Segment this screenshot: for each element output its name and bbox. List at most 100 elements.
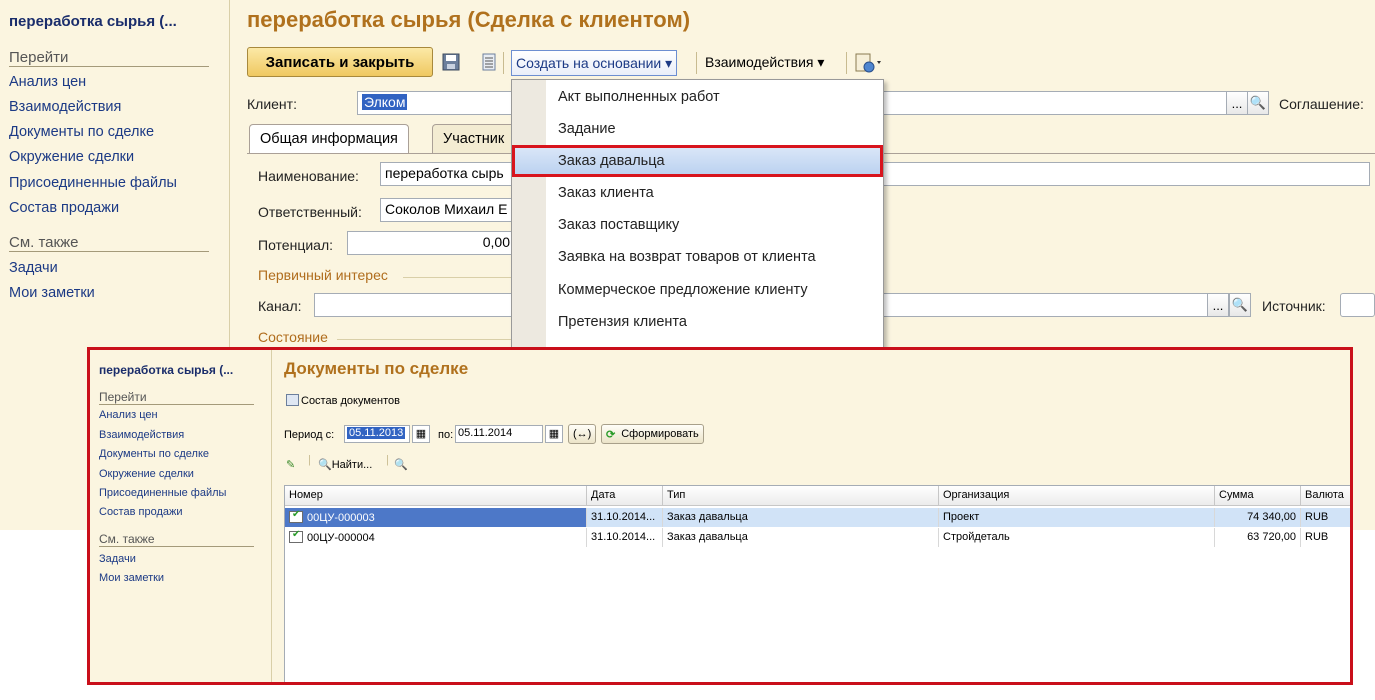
table-row[interactable]: 00ЦУ-000003 31.10.2014... Заказ давальца…: [285, 508, 1350, 527]
nav-link-sale-composition[interactable]: Состав продажи: [9, 200, 119, 216]
generate-button[interactable]: ⟳ Сформировать: [601, 424, 704, 444]
nav-panel: переработка сырья (... Перейти Анализ це…: [90, 350, 272, 682]
client-select-button[interactable]: ...: [1226, 91, 1248, 115]
group-divider: [337, 339, 513, 340]
channel-label: Канал:: [258, 298, 302, 314]
period-to-field[interactable]: 05.11.2014: [455, 425, 543, 443]
period-select-button[interactable]: (↔): [568, 424, 597, 444]
period-from-field[interactable]: 05.11.2013: [344, 425, 410, 443]
nav-see-also-heading: См. также: [9, 234, 209, 252]
column-header-number[interactable]: Номер: [285, 486, 587, 506]
period-from-value: 05.11.2013: [347, 427, 406, 439]
column-header-date[interactable]: Дата: [587, 486, 663, 506]
find-button[interactable]: 🔍Найти...: [318, 458, 372, 471]
menu-item-client-order[interactable]: Заказ клиента: [558, 185, 654, 201]
source-field[interactable]: [1340, 293, 1375, 317]
docs-composition-button[interactable]: Состав документов: [286, 394, 400, 407]
nav-panel-title: переработка сырья (...: [9, 13, 177, 30]
interactions-button[interactable]: Взаимодействия ▾: [705, 54, 824, 71]
calendar-icon[interactable]: ▦: [545, 425, 563, 443]
page-title: переработка сырья (Сделка с клиентом): [247, 7, 691, 32]
channel-select-button[interactable]: ...: [1207, 293, 1229, 317]
menu-item-customer-supplied-order[interactable]: Заказ давальца: [558, 153, 665, 169]
nav-panel-title: переработка сырья (...: [99, 363, 234, 377]
toolbar-separator: [846, 52, 847, 74]
menu-item-return-request[interactable]: Заявка на возврат товаров от клиента: [558, 249, 816, 265]
client-search-icon[interactable]: 🔍: [1247, 91, 1269, 115]
responsible-label: Ответственный:: [258, 204, 362, 220]
nav-link-deal-environment[interactable]: Окружение сделки: [99, 468, 194, 480]
nav-link-notes[interactable]: Мои заметки: [9, 285, 95, 301]
menu-item-act[interactable]: Акт выполненных работ: [558, 89, 720, 105]
cell-sum: 74 340,00: [1215, 508, 1301, 527]
save-icon[interactable]: [441, 52, 461, 72]
documents-panel: Документы по сделке Состав документов Пе…: [272, 350, 1350, 682]
cell-org: Проект: [939, 508, 1215, 527]
source-label: Источник:: [1262, 298, 1326, 314]
nav-goto-heading: Перейти: [99, 390, 254, 405]
composition-icon: [286, 394, 299, 406]
generate-label: Сформировать: [621, 428, 699, 440]
toolbar-separator: |: [386, 454, 389, 466]
cell-org: Стройдеталь: [939, 528, 1215, 547]
find-label: Найти...: [331, 459, 373, 471]
nav-goto-heading: Перейти: [9, 49, 209, 67]
potential-label: Потенциал:: [258, 237, 333, 253]
menu-item-commercial-offer[interactable]: Коммерческое предложение клиенту: [558, 282, 808, 298]
list-icon[interactable]: [479, 52, 499, 72]
document-icon: [289, 529, 303, 543]
calendar-icon[interactable]: ▦: [412, 425, 430, 443]
nav-link-tasks[interactable]: Задачи: [9, 260, 58, 276]
nav-link-interactions[interactable]: Взаимодействия: [99, 429, 184, 441]
menu-gutter: [512, 80, 546, 350]
nav-link-deal-documents[interactable]: Документы по сделке: [99, 448, 209, 460]
nav-link-price-analysis[interactable]: Анализ цен: [9, 74, 86, 90]
cell-number: 00ЦУ-000003: [285, 508, 587, 527]
cell-type: Заказ давальца: [663, 508, 939, 527]
cell-date: 31.10.2014...: [587, 528, 663, 547]
menu-item-task[interactable]: Задание: [558, 121, 616, 137]
column-header-type[interactable]: Тип: [663, 486, 939, 506]
docs-composition-label: Состав документов: [301, 395, 400, 407]
toolbar-separator: [503, 52, 504, 74]
period-from-label: Период с:: [284, 429, 335, 441]
column-header-sum[interactable]: Сумма: [1215, 486, 1301, 506]
cell-number-text: 00ЦУ-000003: [307, 512, 375, 524]
column-header-currency[interactable]: Валюта: [1301, 486, 1350, 506]
cancel-search-icon[interactable]: 🔍: [394, 458, 408, 471]
cell-sum: 63 720,00: [1215, 528, 1301, 547]
save-and-close-button[interactable]: Записать и закрыть: [247, 47, 433, 77]
nav-link-deal-documents[interactable]: Документы по сделке: [9, 124, 154, 140]
table-row[interactable]: 00ЦУ-000004 31.10.2014... Заказ давальца…: [285, 528, 1350, 547]
agreement-label: Соглашение:: [1279, 96, 1364, 112]
document-icon: [289, 509, 303, 523]
nav-link-deal-environment[interactable]: Окружение сделки: [9, 149, 134, 165]
primary-interest-group: Первичный интерес: [258, 267, 388, 283]
client-label: Клиент:: [247, 96, 297, 112]
menu-item-client-claim[interactable]: Претензия клиента: [558, 314, 687, 330]
cell-currency: RUB: [1301, 508, 1350, 527]
nav-see-also-heading: См. также: [99, 532, 254, 547]
nav-link-sale-composition[interactable]: Состав продажи: [99, 506, 182, 518]
toolbar-separator: |: [308, 454, 311, 466]
attachments-menu-icon[interactable]: [855, 52, 887, 73]
nav-link-tasks[interactable]: Задачи: [99, 553, 136, 565]
documents-table: Номер Дата Тип Организация Сумма Валюта …: [284, 485, 1350, 682]
channel-search-icon[interactable]: 🔍: [1229, 293, 1251, 317]
nav-link-price-analysis[interactable]: Анализ цен: [99, 409, 158, 421]
tab-general-info[interactable]: Общая информация: [249, 124, 409, 154]
nav-link-attached-files[interactable]: Присоединенные файлы: [99, 487, 226, 499]
nav-link-interactions[interactable]: Взаимодействия: [9, 99, 121, 115]
create-based-on-button[interactable]: Создать на основании ▾: [511, 50, 678, 76]
edit-icon[interactable]: ✎: [286, 458, 295, 471]
toolbar-separator: [696, 52, 697, 74]
period-to-label: по:: [438, 429, 454, 441]
column-header-org[interactable]: Организация: [939, 486, 1215, 506]
client-value: Элком: [362, 94, 408, 110]
potential-field[interactable]: 0,00: [347, 231, 515, 255]
nav-link-attached-files[interactable]: Присоединенные файлы: [9, 175, 177, 191]
nav-link-notes[interactable]: Мои заметки: [99, 572, 164, 584]
responsible-field[interactable]: Соколов Михаил Е: [380, 198, 515, 222]
refresh-icon: ⟳: [606, 428, 616, 441]
menu-item-supplier-order[interactable]: Заказ поставщику: [558, 217, 679, 233]
